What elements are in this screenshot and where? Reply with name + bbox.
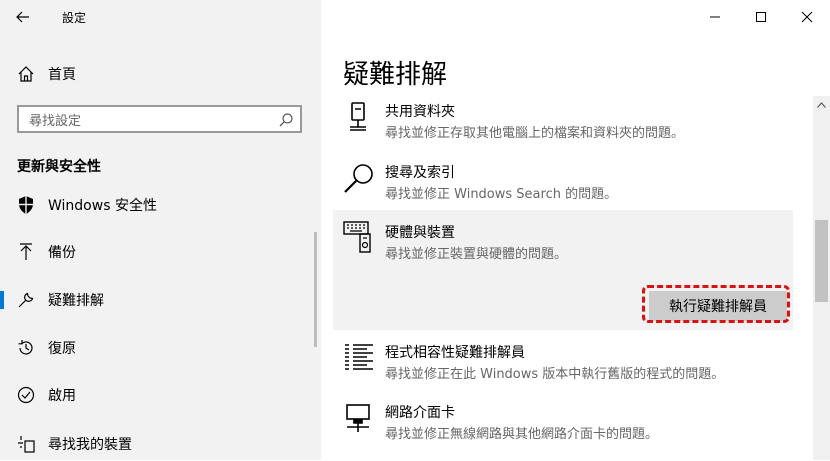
recovery-icon (16, 338, 36, 358)
sidebar-item-recovery[interactable]: 復原 (0, 331, 321, 365)
troubleshooter-program-compatibility[interactable]: 程式相容性疑難排解員 尋找並修正在此 Windows 版本中執行舊版的程式的問題… (333, 342, 793, 386)
backup-arrow-icon (16, 242, 36, 262)
main-scrollbar[interactable] (813, 96, 830, 460)
sidebar: 設定 首頁 更新與安全性 Windows 安全性 備份 疑難排解 (0, 0, 321, 460)
find-device-icon (16, 434, 36, 454)
sidebar-item-activation[interactable]: 啟用 (0, 378, 321, 412)
settings-search-input[interactable] (27, 111, 271, 131)
maximize-button[interactable] (738, 0, 784, 34)
window-title: 設定 (62, 11, 87, 25)
sidebar-item-backup[interactable]: 備份 (0, 235, 321, 269)
troubleshooter-name: 共用資料夾 (385, 104, 455, 120)
troubleshooter-network-adapter[interactable]: 網路介面卡 尋找並修正無線網路與其他網路介面卡的問題。 (333, 402, 793, 446)
wrench-icon (16, 290, 36, 310)
sidebar-item-find-my-device[interactable]: 尋找我的裝置 (0, 427, 321, 461)
home-label: 首頁 (48, 67, 76, 83)
troubleshooter-name: 網路介面卡 (385, 405, 455, 421)
minimize-button[interactable] (692, 0, 738, 34)
back-button[interactable] (10, 4, 36, 30)
troubleshooter-name: 搜尋及索引 (385, 165, 455, 181)
sidebar-item-label: 復原 (48, 341, 76, 357)
sidebar-item-troubleshoot[interactable]: 疑難排解 (0, 283, 321, 317)
search-icon[interactable] (278, 112, 294, 128)
activation-check-icon (16, 385, 36, 405)
page-title: 疑難排解 (343, 60, 448, 90)
scroll-up-arrow-icon[interactable] (813, 96, 830, 113)
scroll-thumb[interactable] (815, 220, 828, 302)
troubleshooter-name: 硬體與裝置 (385, 225, 455, 241)
sidebar-item-label: 啟用 (48, 388, 76, 404)
sidebar-item-label: 疑難排解 (48, 293, 104, 309)
troubleshooter-description: 尋找並修正無線網路與其他網路介面卡的問題。 (385, 427, 659, 442)
network-adapter-icon (343, 402, 377, 436)
shield-icon (16, 195, 36, 215)
search-magnifier-icon (343, 162, 377, 196)
settings-search-box[interactable] (17, 105, 302, 133)
troubleshooter-name: 程式相容性疑難排解員 (385, 345, 525, 361)
sidebar-item-label: 備份 (48, 245, 76, 261)
troubleshooter-shared-folders[interactable]: 共用資料夾 尋找並修正存取其他電腦上的檔案和資料夾的問題。 (333, 101, 793, 145)
shared-folder-icon (343, 101, 377, 135)
close-icon (801, 11, 813, 23)
home-link[interactable]: 首頁 (0, 60, 321, 88)
program-list-icon (343, 342, 377, 376)
troubleshooter-description: 尋找並修正裝置與硬體的問題。 (385, 247, 568, 262)
minimize-icon (710, 16, 720, 18)
close-button[interactable] (784, 0, 830, 34)
sidebar-item-label: Windows 安全性 (48, 198, 157, 214)
back-arrow-icon (16, 11, 29, 23)
sidebar-item-label: 尋找我的裝置 (48, 437, 132, 453)
home-icon (16, 64, 36, 84)
troubleshooter-description: 尋找並修正存取其他電腦上的檔案和資料夾的問題。 (385, 126, 685, 141)
main-content: 疑難排解 共用資料夾 尋找並修正存取其他電腦上的檔案和資料夾的問題。 搜尋及索引… (321, 0, 830, 460)
selected-indicator (0, 291, 4, 309)
troubleshooter-description: 尋找並修正 Windows Search 的問題。 (385, 187, 618, 202)
titlebar: 設定 (0, 0, 321, 34)
maximize-icon (756, 12, 766, 22)
troubleshooter-search-indexing[interactable]: 搜尋及索引 尋找並修正 Windows Search 的問題。 (333, 162, 793, 206)
sidebar-scrollbar[interactable] (314, 232, 317, 347)
window-controls (692, 0, 830, 34)
hardware-devices-icon (343, 220, 377, 254)
run-troubleshooter-button[interactable]: 執行疑難排解員 (649, 291, 787, 321)
sidebar-item-windows-security[interactable]: Windows 安全性 (0, 188, 321, 222)
section-title: 更新與安全性 (17, 159, 101, 175)
troubleshooter-hardware-devices[interactable]: 硬體與裝置 尋找並修正裝置與硬體的問題。 執行疑難排解員 (333, 210, 793, 330)
troubleshooter-description: 尋找並修正在此 Windows 版本中執行舊版的程式的問題。 (385, 367, 725, 382)
